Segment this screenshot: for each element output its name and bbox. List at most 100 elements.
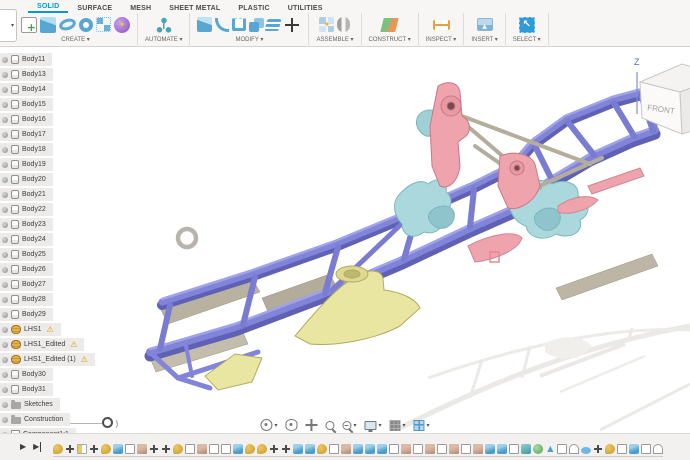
timeline-feature-mesh-39[interactable] — [521, 444, 531, 454]
browser-item-construction[interactable]: Construction — [0, 413, 70, 426]
visibility-eye-icon[interactable] — [2, 132, 8, 138]
visibility-eye-icon[interactable] — [2, 372, 8, 378]
timeline-feature-feat-21[interactable] — [305, 444, 315, 454]
joint-icon[interactable] — [337, 17, 350, 32]
timeline-feature-sketch-32[interactable] — [437, 444, 447, 454]
timeline-feature-comp-16[interactable] — [245, 444, 255, 454]
timeline-feature-feat-20[interactable] — [293, 444, 303, 454]
browser-item-lhs1-edited-1[interactable]: LHS1_Edited (1)⚠ — [0, 353, 95, 366]
pan-button[interactable] — [305, 419, 317, 431]
tab-plastic[interactable]: PLASTIC — [229, 3, 278, 13]
timeline-feature-feat-15[interactable] — [233, 444, 243, 454]
new-component-icon[interactable]: ✦ — [319, 17, 334, 32]
timeline-feature-comp-46[interactable] — [605, 444, 615, 454]
go-to-end-button[interactable]: ▶ — [33, 442, 41, 452]
tab-surface[interactable]: SURFACE — [68, 3, 121, 13]
measure-icon[interactable] — [433, 20, 450, 30]
timeline-feature-move-1[interactable] — [65, 444, 75, 454]
visibility-eye-icon[interactable] — [2, 267, 8, 273]
browser-item-body29[interactable]: Body29 — [0, 308, 53, 321]
timeline-feature-feat-26[interactable] — [365, 444, 375, 454]
shell-icon[interactable] — [232, 18, 246, 31]
timeline-feature-sketch-11[interactable] — [185, 444, 195, 454]
timeline-feature-cut-24[interactable] — [341, 444, 351, 454]
toolbar-overflow-button[interactable]: ▾ — [0, 9, 17, 42]
move-icon[interactable] — [283, 16, 301, 34]
timeline-slider-handle[interactable] — [102, 417, 113, 428]
visibility-eye-icon[interactable] — [2, 282, 8, 288]
visibility-eye-icon[interactable] — [2, 177, 8, 183]
browser-item-body11[interactable]: Body11 — [0, 53, 52, 66]
browser-item-body26[interactable]: Body26 — [0, 263, 53, 276]
assemble-menu-label[interactable]: ASSEMBLE ▾ — [316, 36, 353, 45]
timeline-feature-move-9[interactable] — [161, 444, 171, 454]
pattern-icon[interactable] — [96, 17, 111, 32]
timeline-feature-feat-36[interactable] — [485, 444, 495, 454]
revolve-icon[interactable] — [58, 17, 78, 33]
browser-item-body23[interactable]: Body23 — [0, 218, 53, 231]
visibility-eye-icon[interactable] — [2, 402, 8, 408]
visibility-eye-icon[interactable] — [2, 207, 8, 213]
tab-utilities[interactable]: UTILITIES — [279, 3, 332, 13]
timeline-feature-sketch-34[interactable] — [461, 444, 471, 454]
timeline-feature-sketch-38[interactable] — [509, 444, 519, 454]
chevron-down-icon[interactable]: ▾ — [378, 422, 381, 429]
timeline-feature-feat-25[interactable] — [353, 444, 363, 454]
timeline-feature-comp-10[interactable] — [173, 444, 183, 454]
combine-icon[interactable] — [249, 22, 259, 32]
visibility-eye-icon[interactable] — [2, 162, 8, 168]
offset-icon[interactable] — [265, 19, 282, 31]
timeline-feature-sketch-13[interactable] — [209, 444, 219, 454]
browser-item-body30[interactable]: Body30 — [0, 368, 53, 381]
timeline-feature-comp-4[interactable] — [101, 444, 111, 454]
timeline-feature-cut-35[interactable] — [473, 444, 483, 454]
automate-menu-label[interactable]: AUTOMATE ▾ — [145, 36, 182, 45]
visibility-eye-icon[interactable] — [2, 102, 8, 108]
browser-item-sketches[interactable]: Sketches — [0, 398, 60, 411]
browser-item-body14[interactable]: Body14 — [0, 83, 53, 96]
visibility-eye-icon[interactable] — [2, 222, 8, 228]
look-at-button[interactable] — [285, 419, 297, 431]
timeline-feature-move-45[interactable] — [593, 444, 603, 454]
timeline-feature-oval-44[interactable] — [581, 447, 591, 454]
timeline-feature-cut-7[interactable] — [137, 444, 147, 454]
insert-image-icon[interactable]: ▲ — [477, 18, 493, 31]
visibility-eye-icon[interactable] — [2, 147, 8, 153]
extrude-icon[interactable] — [40, 17, 56, 33]
chevron-down-icon[interactable]: ▾ — [274, 422, 277, 429]
timeline-feature-move-18[interactable] — [269, 444, 279, 454]
chevron-down-icon[interactable]: ▾ — [353, 422, 356, 429]
orbit-button[interactable]: ▾ — [260, 419, 277, 431]
timeline-feature-sketch-6[interactable] — [125, 444, 135, 454]
viewports-button[interactable]: ▾ — [414, 420, 430, 431]
visibility-eye-icon[interactable] — [2, 387, 8, 393]
timeline-feature-curve-43[interactable] — [569, 444, 579, 454]
visibility-eye-icon[interactable] — [2, 252, 8, 258]
timeline-feature-comp-22[interactable] — [317, 444, 327, 454]
browser-item-body25[interactable]: Body25 — [0, 248, 53, 261]
visibility-eye-icon[interactable] — [2, 87, 8, 93]
browser-item-body19[interactable]: Body19 — [0, 158, 53, 171]
inspect-menu-label[interactable]: INSPECT ▾ — [426, 36, 457, 45]
visibility-eye-icon[interactable] — [2, 297, 8, 303]
tab-mesh[interactable]: MESH — [121, 3, 160, 13]
timeline-feature-cut-29[interactable] — [401, 444, 411, 454]
timeline-feature-sketch-28[interactable] — [389, 444, 399, 454]
visibility-eye-icon[interactable] — [2, 57, 8, 63]
zoom-button[interactable] — [325, 421, 334, 430]
visibility-eye-icon[interactable] — [2, 342, 8, 348]
timeline-feature-move-19[interactable] — [281, 444, 291, 454]
timeline-feature-tri-41[interactable]: ▲ — [545, 444, 555, 454]
timeline-feature-comp-17[interactable] — [257, 444, 267, 454]
browser-item-body31[interactable]: Body31 — [0, 383, 53, 396]
visibility-eye-icon[interactable] — [2, 72, 8, 78]
visibility-eye-icon[interactable] — [2, 192, 8, 198]
timeline-feature-cut-31[interactable] — [425, 444, 435, 454]
chevron-down-icon[interactable]: ▾ — [403, 422, 406, 429]
timeline-feature-feat-5[interactable] — [113, 444, 123, 454]
timeline-feature-cut-12[interactable] — [197, 444, 207, 454]
visibility-eye-icon[interactable] — [2, 357, 8, 363]
browser-item-body20[interactable]: Body20 — [0, 173, 53, 186]
display-button[interactable]: ▾ — [364, 420, 381, 430]
timeline-feature-sketch-49[interactable] — [641, 444, 651, 454]
